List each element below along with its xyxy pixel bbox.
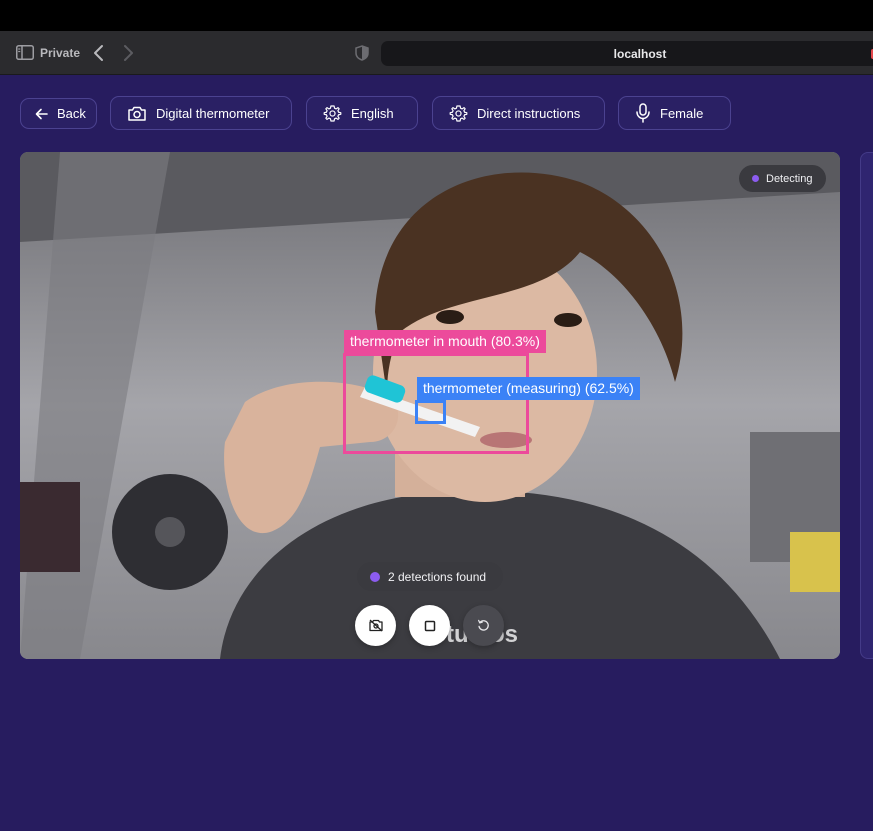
gear-icon xyxy=(323,104,342,122)
camera-off-button[interactable] xyxy=(355,605,396,646)
status-dot xyxy=(752,175,759,182)
url-text: localhost xyxy=(613,47,667,61)
stop-button[interactable] xyxy=(409,605,450,646)
camera-off-icon xyxy=(368,619,383,632)
browser-toolbar: Private localhost xyxy=(0,31,873,75)
stop-icon xyxy=(424,620,435,631)
voice-select-button[interactable]: Female xyxy=(618,96,731,130)
reset-icon xyxy=(478,619,489,631)
language-select-button[interactable]: English xyxy=(306,96,418,130)
os-menu-bar xyxy=(0,0,873,31)
detection-label-thermometer-measuring: thermometer (measuring) (62.5%) xyxy=(417,377,640,400)
private-mode-label: Private xyxy=(40,46,81,60)
instruction-mode-button[interactable]: Direct instructions xyxy=(432,96,605,130)
arrow-left-icon xyxy=(35,108,48,119)
detection-box-thermometer-measuring xyxy=(415,400,446,424)
status-label: Detecting xyxy=(766,172,813,185)
back-button[interactable]: Back xyxy=(20,98,97,129)
address-bar[interactable]: localhost xyxy=(381,41,873,66)
detection-label-thermometer-in-mouth: thermometer in mouth (80.3%) xyxy=(344,330,546,353)
gear-icon xyxy=(449,104,468,122)
microphone-icon xyxy=(636,103,650,123)
device-select-button[interactable]: Digital thermometer xyxy=(110,96,292,130)
back-label: Back xyxy=(57,106,86,121)
detections-dot xyxy=(370,571,380,582)
shield-icon[interactable] xyxy=(355,45,369,61)
language-label: English xyxy=(351,105,394,121)
chevron-right-icon[interactable] xyxy=(121,43,135,63)
voice-label: Female xyxy=(660,105,704,121)
reset-button[interactable] xyxy=(463,605,504,646)
instruction-mode-label: Direct instructions xyxy=(477,105,581,121)
detections-summary-label: 2 detections found xyxy=(388,569,487,584)
detections-summary: 2 detections found xyxy=(357,562,503,591)
camera-icon xyxy=(128,106,146,121)
chevron-left-icon[interactable] xyxy=(92,43,106,63)
device-label: Digital thermometer xyxy=(156,105,270,121)
side-panel xyxy=(860,152,873,659)
sidebar-toggle-icon[interactable] xyxy=(16,45,34,60)
status-badge: Detecting xyxy=(739,165,826,192)
